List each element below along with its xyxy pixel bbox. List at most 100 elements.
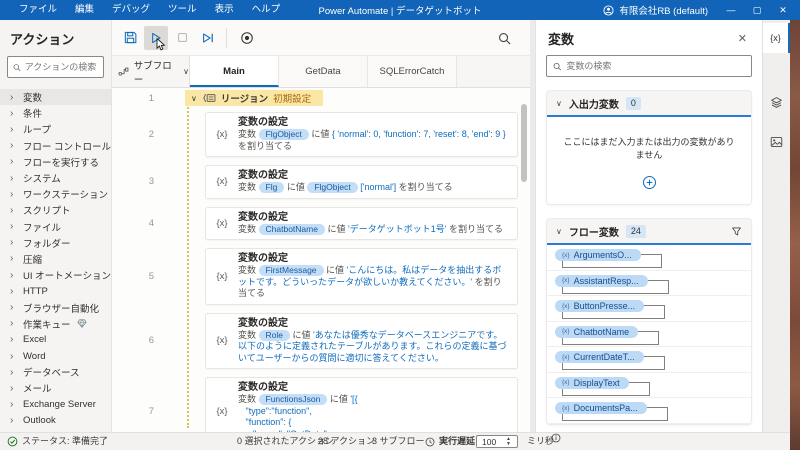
status-text: ステータス: 準備完了 [22, 433, 108, 450]
action-card[interactable]: {x}変数の設定変数 FunctionsJson に値 '[{ "type":"… [205, 377, 518, 432]
sidebar-item[interactable]: ›Exchange Server [0, 397, 111, 413]
menu-item-デバッグ[interactable]: デバッグ [103, 0, 159, 20]
io-variables-header[interactable]: ∨ 入出力変数 0 [547, 91, 751, 117]
run-delay-label: 実行遅延 [439, 433, 475, 450]
sidebar-item[interactable]: ›条件 [0, 105, 111, 121]
menu-item-編集[interactable]: 編集 [66, 0, 103, 20]
description-text: を割り当てる [396, 182, 453, 192]
description-text: に値 [324, 265, 347, 275]
sidebar-item[interactable]: ›ループ [0, 121, 111, 137]
flow-variable-row[interactable]: {x}DocumentsPa... [547, 398, 751, 424]
account-button[interactable]: 有限会社RB (default) [603, 3, 708, 17]
run-next-action-button[interactable] [196, 26, 220, 50]
variable-pill[interactable]: {x}DocumentsPa... [555, 402, 647, 414]
sidebar-item[interactable]: ›変数 [0, 89, 111, 105]
variables-tab[interactable]: {x} [763, 23, 790, 53]
tab-SQLErrorCatch[interactable]: SQLErrorCatch [368, 56, 457, 87]
description-text: 変数 [238, 330, 259, 340]
minimize-button[interactable]: — [718, 0, 744, 20]
sidebar-item[interactable]: ›Excel [0, 332, 111, 348]
sidebar-item[interactable]: ›UI オートメーション [0, 267, 111, 283]
chevron-down-icon[interactable]: ▼ [506, 442, 511, 447]
info-icon[interactable] [551, 433, 561, 443]
sidebar-item[interactable]: ›フォルダー [0, 235, 111, 251]
variable-pill[interactable]: {x}CurrentDateT... [555, 351, 644, 363]
menu-item-表示[interactable]: 表示 [206, 0, 243, 20]
right-icon-strip: {x} [762, 20, 790, 432]
sidebar-item[interactable]: ›フロー コントロール [0, 138, 111, 154]
run-next-action-icon [201, 31, 215, 45]
flow-variable-row[interactable]: {x}ChatbotName [547, 322, 751, 348]
save-button[interactable] [118, 26, 142, 50]
action-card[interactable]: {x}変数の設定変数 FlgObject に値 { 'normal': 0, '… [205, 112, 518, 157]
sidebar-item[interactable]: ›Word [0, 348, 111, 364]
sidebar-item[interactable]: ›システム [0, 170, 111, 186]
sidebar-item-label: 作業キュー [23, 317, 71, 331]
canvas-scrollbar[interactable] [521, 104, 527, 182]
flow-search-button[interactable] [492, 26, 516, 50]
filter-icon[interactable] [731, 226, 742, 237]
action-card[interactable]: {x}変数の設定変数 Flg に値 FlgObject ['normal'] を… [205, 165, 518, 199]
menu-item-ヘルプ[interactable]: ヘルプ [243, 0, 290, 20]
variable-pill[interactable]: {x}ButtonPresse... [555, 300, 644, 312]
sidebar-item[interactable]: ›スクリプト [0, 202, 111, 218]
record-button[interactable] [235, 26, 259, 50]
subflow-dropdown[interactable]: サブフロー ∨ [112, 56, 190, 87]
close-button[interactable]: ✕ [770, 0, 796, 20]
sidebar-item[interactable]: ›ワークステーション [0, 186, 111, 202]
io-variables-body: ここにはまだ入力または出力の変数がありません [547, 117, 751, 204]
menu-item-ツール[interactable]: ツール [159, 0, 206, 20]
chevron-right-icon: › [10, 367, 23, 378]
sidebar-item-label: スクリプト [23, 203, 71, 217]
sidebar-item[interactable]: ›Outlook [0, 413, 111, 429]
flow-variable-row[interactable]: {x}AssistantResp... [547, 271, 751, 297]
variable-name: ChatbotName [574, 327, 630, 337]
variables-search-input[interactable] [566, 61, 745, 71]
flow-variable-row[interactable]: {x}CurrentDateT... [547, 347, 751, 373]
premium-icon [77, 319, 87, 328]
add-io-variable-button[interactable] [559, 175, 739, 190]
description-text: 変数 [238, 182, 259, 192]
images-tab[interactable] [763, 129, 790, 155]
variable-pill[interactable]: {x}ArgumentsO... [555, 249, 641, 261]
sidebar-item[interactable]: ›ブラウザー自動化 [0, 299, 111, 315]
tab-Main[interactable]: Main [190, 56, 279, 87]
action-card[interactable]: {x}変数の設定変数 ChatbotName に値 'データゲットボット1号' … [205, 207, 518, 241]
flow-variables-header[interactable]: ∨ フロー変数 24 [547, 219, 751, 245]
flow-variable-row[interactable]: {x}ArgumentsO... [547, 245, 751, 271]
flow-canvas[interactable]: 1∨リージョン初期設定2{x}変数の設定変数 FlgObject に値 { 'n… [112, 88, 530, 432]
tab-GetData[interactable]: GetData [279, 56, 368, 87]
sidebar-item[interactable]: ›フローを実行する [0, 154, 111, 170]
region-start-marker[interactable]: ∨リージョン初期設定 [185, 90, 323, 106]
action-card[interactable]: {x}変数の設定変数 Role に値 'あなたは優秀なデータベースエンジニアです… [205, 313, 518, 370]
description-text: 変数 [238, 129, 259, 139]
variable-pill[interactable]: {x}ChatbotName [555, 326, 638, 338]
sidebar-item-label: 変数 [23, 90, 42, 104]
io-variables-empty-text: ここにはまだ入力または出力の変数がありません [559, 135, 739, 161]
run-delay-stepper[interactable]: ▲▼ [476, 435, 518, 448]
variable-pill[interactable]: {x}DisplayText [555, 377, 629, 389]
actions-search-input[interactable] [25, 62, 98, 72]
flow-variable-row[interactable]: {x}ButtonPresse... [547, 296, 751, 322]
description-text: を割り当てる [446, 224, 503, 234]
sidebar-item[interactable]: ›データベース [0, 364, 111, 380]
close-icon[interactable]: ✕ [735, 32, 750, 45]
action-card[interactable]: {x}変数の設定変数 FirstMessage に値 'こんにちは。私はデータを… [205, 248, 518, 305]
sidebar-item[interactable]: ›ファイル [0, 219, 111, 235]
sidebar-item[interactable]: ›メール [0, 380, 111, 396]
menu-item-ファイル[interactable]: ファイル [10, 0, 66, 20]
sidebar-item[interactable]: ›圧縮 [0, 251, 111, 267]
sidebar-item-label: Exchange Server [23, 399, 96, 410]
sidebar-item[interactable]: ›作業キュー [0, 316, 111, 332]
variable-pill[interactable]: {x}AssistantResp... [555, 275, 648, 287]
sidebar-item[interactable]: ›HTTP [0, 283, 111, 299]
maximize-button[interactable]: ▢ [744, 0, 770, 20]
actions-search-box[interactable] [7, 56, 104, 78]
flow-variable-row[interactable]: {x}DisplayText [547, 373, 751, 399]
ui-elements-tab[interactable] [763, 89, 790, 115]
run-button[interactable] [144, 26, 168, 50]
stepper-arrows[interactable]: ▲▼ [506, 437, 511, 447]
chevron-right-icon: › [10, 334, 23, 345]
variables-search-box[interactable] [546, 55, 752, 77]
run-delay-input[interactable] [477, 437, 505, 447]
